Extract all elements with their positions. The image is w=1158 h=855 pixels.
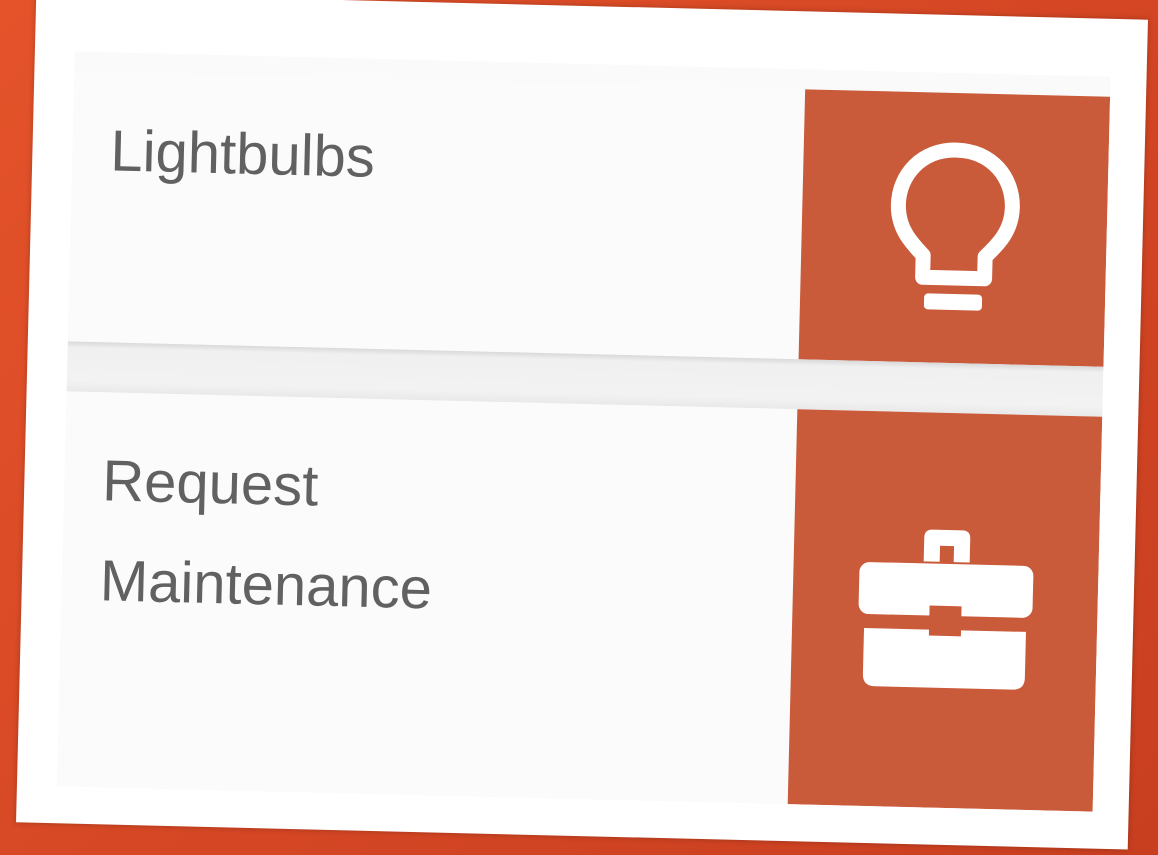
menu-item-lightbulbs[interactable]: Lightbulbs [67,71,1111,367]
screen-frame: Lightbulbs Request Maintenance [16,0,1148,850]
lightbulb-icon [890,142,1020,311]
menu-item-label-line2: Maintenance [99,548,433,622]
toolbox-icon-box[interactable] [787,409,1103,812]
menu-item-label: Lightbulbs [109,118,376,190]
menu-item-label-line1: Request [101,448,320,519]
menu-item-request-maintenance[interactable]: Request Maintenance [56,391,1103,812]
lightbulb-icon-box[interactable] [798,89,1111,367]
toolbox-icon [858,529,1033,690]
menu-item-label: Request Maintenance [98,448,435,660]
app-screen: Lightbulbs Request Maintenance [56,51,1111,812]
